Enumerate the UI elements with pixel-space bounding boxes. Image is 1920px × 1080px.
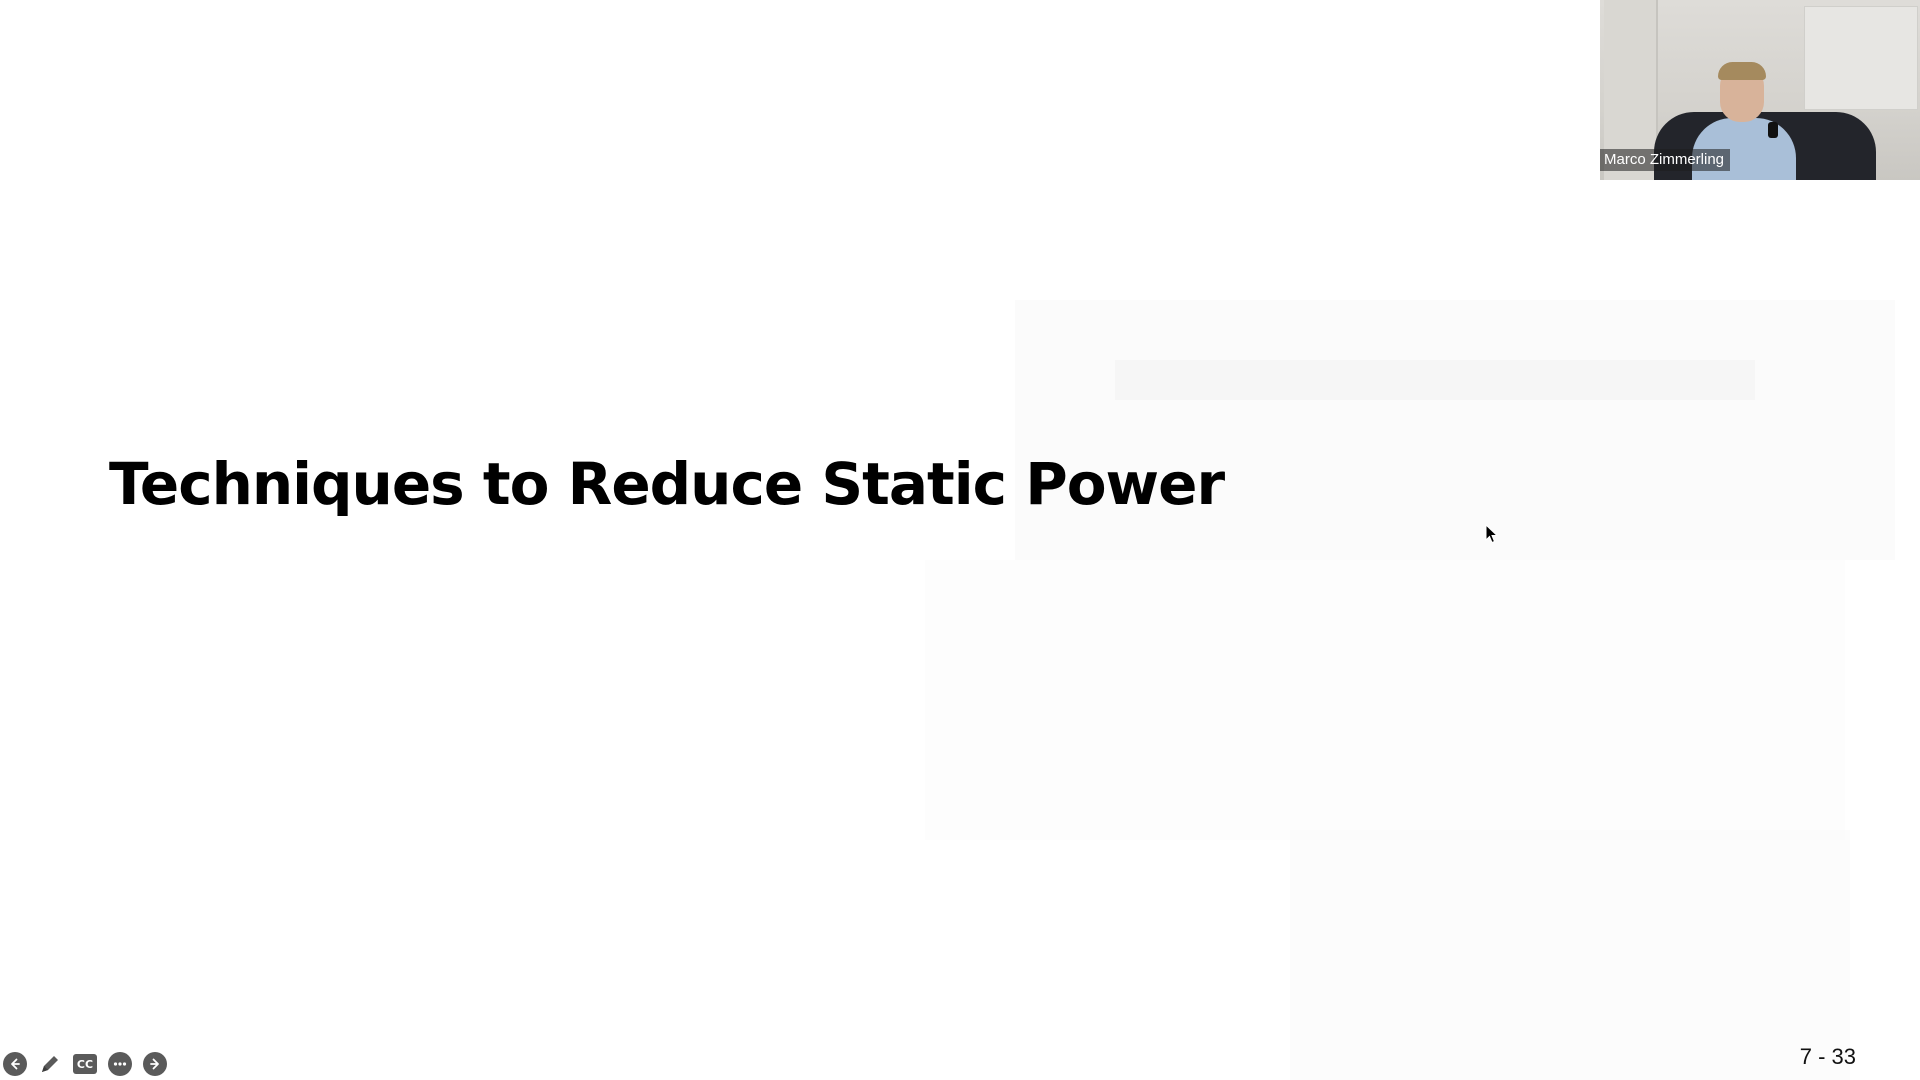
arrow-left-icon xyxy=(7,1056,23,1072)
microphone xyxy=(1768,122,1778,138)
slide-number: 7 - 33 xyxy=(1799,1044,1856,1069)
ghost-residue xyxy=(1015,300,1895,560)
arrow-right-icon xyxy=(147,1056,163,1072)
ghost-residue xyxy=(1290,830,1850,1080)
video-background xyxy=(1804,6,1918,110)
next-slide-button[interactable] xyxy=(143,1052,167,1076)
pen-tool-button[interactable] xyxy=(38,1052,62,1076)
pen-icon xyxy=(38,1052,62,1076)
participant-video-tile[interactable]: Marco Zimmerling xyxy=(1600,0,1920,180)
video-person-hair xyxy=(1718,62,1766,80)
mouse-cursor-icon xyxy=(1485,523,1499,544)
previous-slide-button[interactable] xyxy=(3,1052,27,1076)
more-options-button[interactable] xyxy=(108,1052,132,1076)
slide-canvas: Techniques to Reduce Static Power 7 - 33… xyxy=(0,0,1920,1080)
participant-name-label: Marco Zimmerling xyxy=(1600,149,1731,171)
slide-title: Techniques to Reduce Static Power xyxy=(109,450,1225,518)
closed-captions-icon: CC xyxy=(76,1057,94,1071)
ghost-residue xyxy=(1115,360,1755,400)
captions-button[interactable]: CC xyxy=(73,1054,97,1074)
ghost-residue xyxy=(925,560,1845,840)
more-options-icon xyxy=(112,1056,128,1072)
presenter-toolbar: CC xyxy=(3,1052,167,1076)
